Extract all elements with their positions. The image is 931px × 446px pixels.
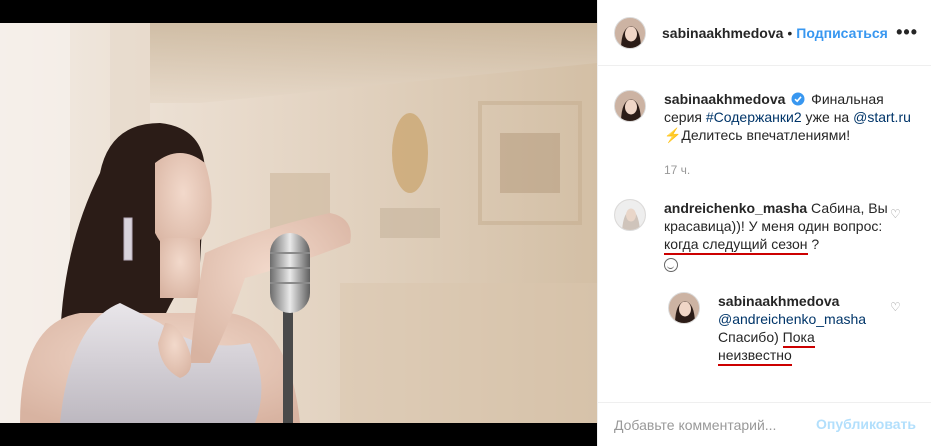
user-avatar: [615, 91, 645, 121]
post-sidebar: sabinaakhmedova • Подписаться ••• sabina…: [597, 0, 931, 446]
caption-username[interactable]: sabinaakhmedova: [664, 91, 785, 107]
user-avatar: [615, 17, 645, 48]
reply-highlight-1: Пока: [782, 329, 815, 348]
author-avatar[interactable]: [614, 16, 646, 49]
caption-avatar[interactable]: [614, 90, 646, 122]
verified-badge-icon: [791, 92, 805, 106]
heart-icon[interactable]: ♡: [890, 207, 901, 221]
reply-part-1: Спасибо): [718, 329, 783, 345]
caption-text: sabinaakhmedova Финальная серия #Содержа…: [664, 90, 914, 144]
letterbox-top: [0, 0, 597, 23]
comment-part-2: ?: [807, 236, 820, 252]
more-options-icon[interactable]: •••: [896, 22, 918, 43]
user-avatar: [615, 200, 645, 230]
publish-button[interactable]: Опубликовать: [816, 416, 916, 432]
comments-list[interactable]: sabinaakhmedova Финальная серия #Содержа…: [598, 66, 931, 402]
reply-mention-link[interactable]: @andreichenko_masha: [718, 311, 866, 327]
hashtag-link[interactable]: #Содержанки2: [706, 109, 802, 125]
caption-part-2: уже на: [801, 109, 854, 125]
comment-username[interactable]: andreichenko_masha: [664, 200, 807, 216]
comment-text: andreichenko_masha Сабина, Вы красавица)…: [664, 199, 914, 273]
heart-icon[interactable]: ♡: [890, 300, 901, 314]
photo-illustration: [0, 23, 597, 423]
reply-item: sabinaakhmedova @andreichenko_masha Спас…: [668, 292, 914, 366]
reply-text: sabinaakhmedova @andreichenko_masha Спас…: [718, 292, 914, 366]
instagram-post-viewer: sabinaakhmedova • Подписаться ••• sabina…: [0, 0, 931, 446]
reply-highlight-2: неизвестно: [718, 347, 792, 366]
comment-highlight: когда следущий сезон: [664, 236, 808, 255]
post-timestamp[interactable]: 17 ч.: [664, 163, 690, 177]
mention-link[interactable]: @start.ru: [853, 109, 911, 125]
grinning-face-icon: [664, 258, 678, 273]
author-username[interactable]: sabinaakhmedova: [662, 25, 783, 41]
comment-item: andreichenko_masha Сабина, Вы красавица)…: [614, 199, 914, 273]
reply-avatar[interactable]: [668, 292, 700, 324]
add-comment-bar: Добавьте комментарий... Опубликовать: [598, 402, 931, 446]
commenter-avatar[interactable]: [614, 199, 646, 231]
header-separator: •: [787, 24, 793, 41]
caption-part-3: ⚡Делитесь впечатлениями!: [664, 127, 851, 143]
post-header: sabinaakhmedova • Подписаться •••: [598, 0, 931, 66]
user-avatar: [669, 293, 699, 323]
reply-username[interactable]: sabinaakhmedova: [718, 293, 839, 309]
letterbox-bottom: [0, 423, 597, 446]
comment-input[interactable]: Добавьте комментарий...: [614, 417, 776, 433]
subscribe-button[interactable]: Подписаться: [796, 25, 888, 41]
post-photo[interactable]: [0, 23, 597, 423]
post-caption: sabinaakhmedova Финальная серия #Содержа…: [614, 90, 914, 144]
